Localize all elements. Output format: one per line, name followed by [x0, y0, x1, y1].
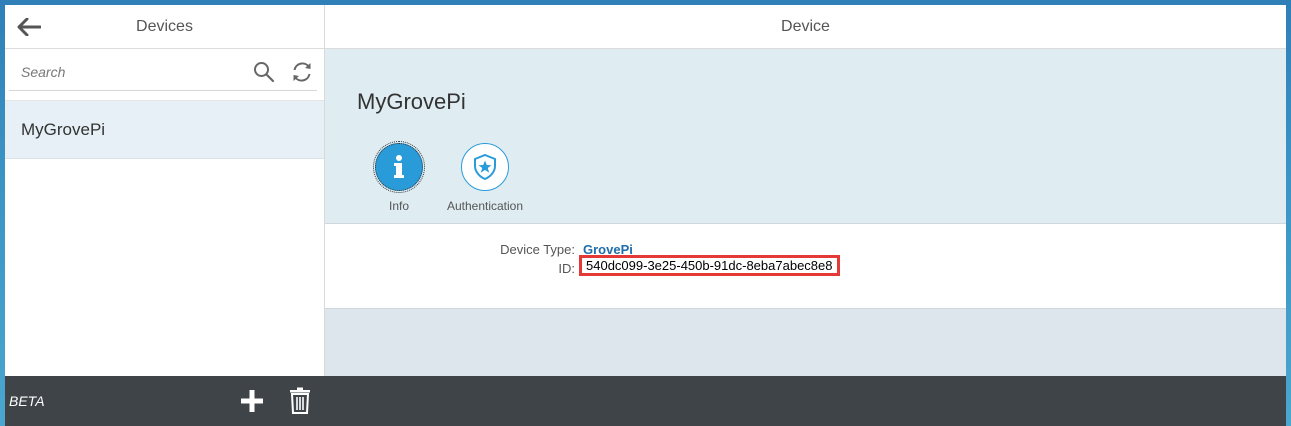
master-title: Devices	[136, 17, 193, 35]
refresh-button[interactable]	[291, 61, 313, 83]
object-title: MyGrovePi	[357, 89, 466, 114]
detail-pane: Device MyGrovePi Info Authentication Dev…	[325, 5, 1286, 426]
info-icon	[394, 155, 404, 178]
device-type-label: Device Type:	[500, 242, 575, 257]
tab-info[interactable]: Info	[357, 141, 441, 227]
app-frame: Devices MyGrovePi	[5, 5, 1286, 426]
search-bar	[5, 49, 324, 101]
shield-star-icon	[474, 154, 496, 180]
beta-label: BETA	[9, 393, 45, 409]
master-pane: Devices MyGrovePi	[5, 5, 325, 426]
id-value-wrapper: 540dc099-3e25-450b-91dc-8eba7abec8e8	[579, 255, 844, 276]
master-footer: BETA	[5, 376, 325, 426]
detail-header: Device	[325, 5, 1286, 49]
info-form: Device Type: GrovePi ID: 540dc099-3e25-4…	[325, 223, 1286, 309]
device-id-value[interactable]: 540dc099-3e25-450b-91dc-8eba7abec8e8	[579, 255, 840, 276]
id-row: ID: 540dc099-3e25-450b-91dc-8eba7abec8e8	[325, 255, 1286, 279]
search-icon	[254, 62, 275, 83]
object-header: MyGrovePi Info Authentication	[325, 49, 1286, 227]
arrow-left-icon	[17, 18, 41, 36]
tab-info-label: Info	[388, 199, 409, 213]
detail-footer	[325, 376, 1286, 426]
tab-authentication[interactable]: Authentication	[443, 141, 527, 227]
detail-title: Device	[781, 17, 830, 35]
id-label: ID:	[558, 261, 575, 276]
search-button[interactable]	[253, 61, 275, 83]
trash-icon	[290, 387, 310, 414]
delete-device-button[interactable]	[289, 387, 311, 414]
device-item-label: MyGrovePi	[21, 119, 106, 139]
auth-tab-circle	[461, 143, 509, 191]
add-device-button[interactable]	[239, 388, 265, 414]
plus-icon	[241, 390, 263, 412]
back-button[interactable]	[15, 15, 43, 39]
master-header: Devices	[5, 5, 324, 49]
refresh-icon	[293, 62, 311, 82]
list-item-device[interactable]: MyGrovePi	[5, 101, 324, 159]
info-tab-circle	[373, 141, 425, 193]
tab-authentication-label: Authentication	[446, 199, 524, 213]
